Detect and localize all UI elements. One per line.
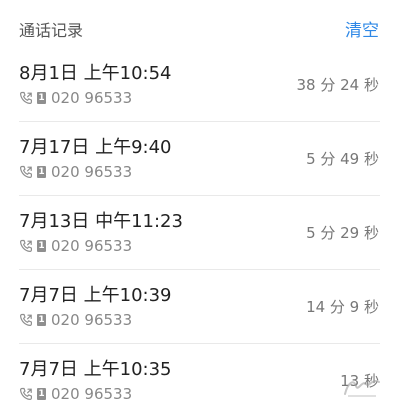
page-title: 通话记录 [19, 21, 84, 40]
sim-1-icon: 1 [37, 240, 46, 252]
call-details: 1 020 96533 [19, 236, 132, 256]
phone-call-icon [19, 387, 32, 401]
call-time: 8月1日 上午10:54 [19, 63, 172, 84]
call-number: 020 96533 [51, 163, 133, 181]
phone-call-icon [19, 91, 32, 105]
call-details: 1 020 96533 [19, 384, 132, 404]
call-row[interactable]: 8月1日 上午10:54 1 020 96533 38 分 24 秒 [0, 48, 400, 122]
call-number: 020 96533 [51, 237, 133, 255]
call-number: 020 96533 [51, 385, 133, 403]
call-number: 020 96533 [51, 89, 133, 107]
call-duration: 5 分 49 秒 [306, 150, 379, 168]
call-duration: 5 分 29 秒 [306, 224, 379, 242]
call-log-screen: 通话记录 清空 8月1日 上午10:54 1 020 96533 38 分 24… [0, 0, 400, 412]
call-time: 7月13日 中午11:23 [19, 211, 183, 232]
phone-call-icon [19, 165, 32, 179]
call-row[interactable]: 7月7日 上午10:39 1 020 96533 14 分 9 秒 [0, 270, 400, 344]
phone-call-icon [19, 313, 32, 327]
call-list: 8月1日 上午10:54 1 020 96533 38 分 24 秒 7月17日… [0, 48, 400, 412]
call-details: 1 020 96533 [19, 88, 132, 108]
sim-1-icon: 1 [37, 92, 46, 104]
call-number: 020 96533 [51, 311, 133, 329]
call-time: 7月7日 上午10:39 [19, 285, 172, 306]
phone-call-icon [19, 239, 32, 253]
sim-1-icon: 1 [37, 388, 46, 400]
call-row[interactable]: 7月17日 上午9:40 1 020 96533 5 分 49 秒 [0, 122, 400, 196]
call-row[interactable]: 7月7日 上午10:35 1 020 96533 13 秒 [0, 344, 400, 412]
call-duration: 14 分 9 秒 [306, 298, 379, 316]
call-time: 7月7日 上午10:35 [19, 359, 172, 380]
call-row[interactable]: 7月13日 中午11:23 1 020 96533 5 分 29 秒 [0, 196, 400, 270]
clear-button[interactable]: 清空 [345, 19, 379, 43]
call-details: 1 020 96533 [19, 162, 132, 182]
watermark-logo [344, 380, 380, 397]
call-duration: 38 分 24 秒 [296, 76, 379, 94]
sim-1-icon: 1 [37, 314, 46, 326]
call-time: 7月17日 上午9:40 [19, 137, 172, 158]
sim-1-icon: 1 [37, 166, 46, 178]
call-details: 1 020 96533 [19, 310, 132, 330]
